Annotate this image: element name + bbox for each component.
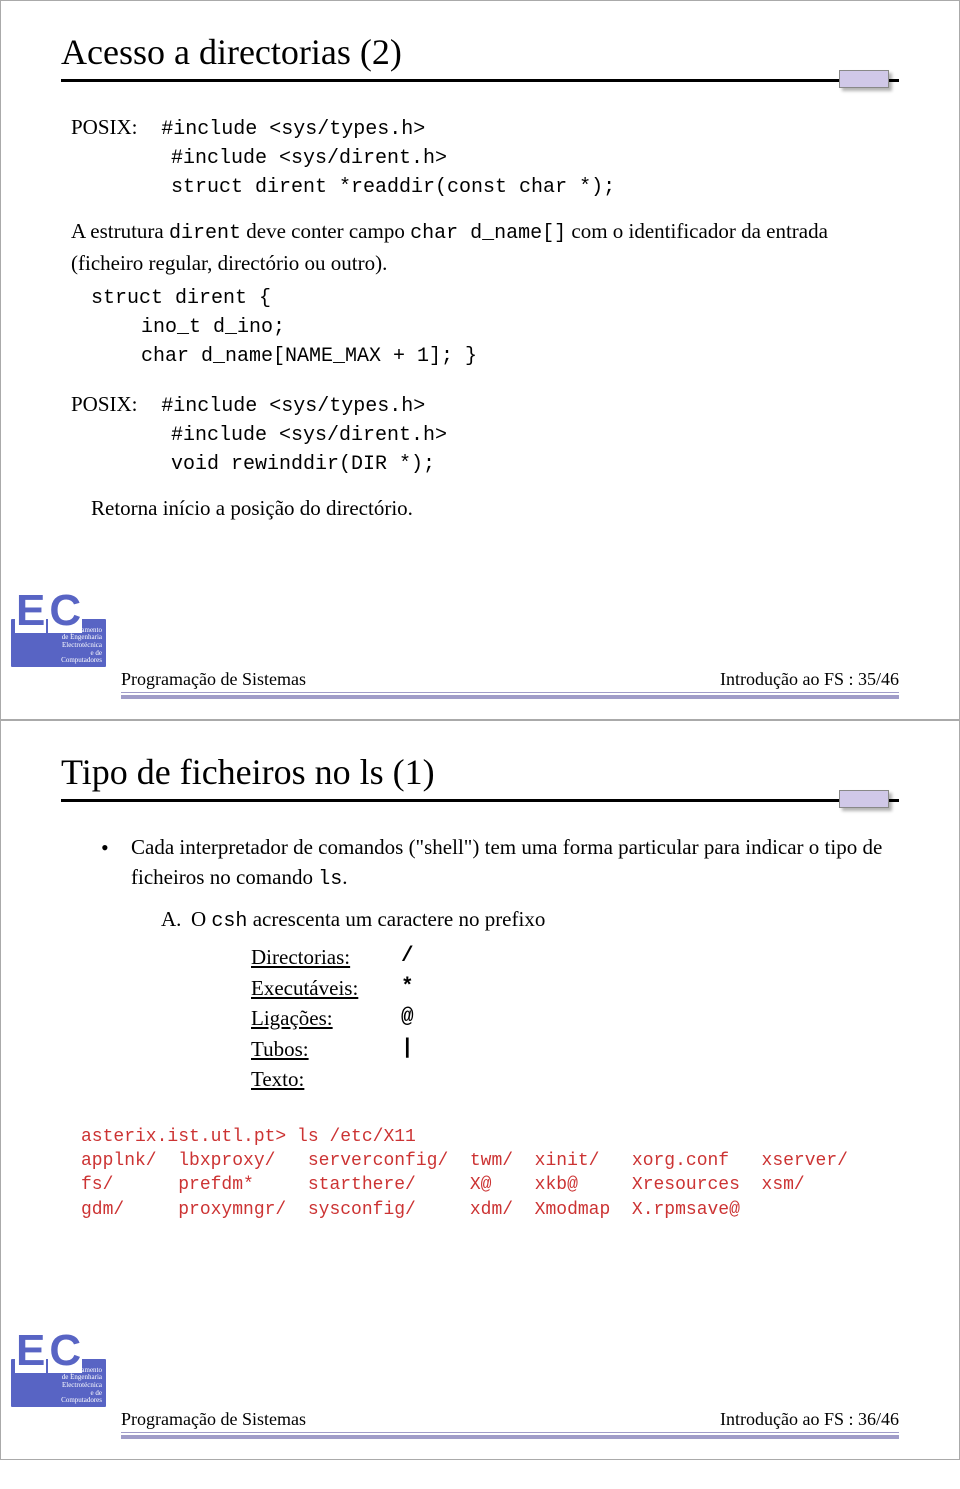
badge-letters: E C <box>15 1329 82 1373</box>
prefix-row-dir: Directorias: / <box>251 942 899 972</box>
prefix-label-lig: Ligações: <box>251 1003 401 1033</box>
sub-list: O csh acrescenta um caractere no prefixo… <box>131 904 899 1094</box>
slide-footer: Programação de Sistemas Introdução ao FS… <box>121 695 899 699</box>
code-csh: csh <box>211 910 247 933</box>
terminal-output: asterix.ist.utl.pt> ls /etc/X11 applnk/ … <box>71 1125 899 1222</box>
posix-label-2: POSIX: <box>71 389 156 419</box>
footer-right: Introdução ao FS : 36/46 <box>720 1409 899 1430</box>
slide-2: Tipo de ficheiros no ls (1) Cada interpr… <box>0 720 960 1460</box>
struct-line-3: char d_name[NAME_MAX + 1]; } <box>71 342 899 371</box>
posix-line-1: POSIX: #include <sys/types.h> <box>71 112 899 144</box>
footer-left: Programação de Sistemas <box>121 669 306 690</box>
footer-right: Introdução ao FS : 35/46 <box>720 669 899 690</box>
letter-e: E <box>15 1329 46 1373</box>
posix-line-2: POSIX: #include <sys/types.h> <box>71 389 899 421</box>
title-underline <box>61 799 899 802</box>
prefix-label-tub: Tubos: <box>251 1034 401 1064</box>
prefix-row-tex: Texto: <box>251 1064 899 1094</box>
prefix-sym-tub: | <box>401 1034 414 1064</box>
badge-letters: E C <box>15 589 82 633</box>
title-underline <box>61 79 899 82</box>
bullet-list: Cada interpretador de comandos ("shell")… <box>71 832 899 1095</box>
letter-c: C <box>48 1329 82 1373</box>
sub-text-b: acrescenta um caractere no prefixo <box>247 907 545 931</box>
slide-1: Acesso a directorias (2) POSIX: #include… <box>0 0 960 720</box>
slide-content: POSIX: #include <sys/types.h> #include <… <box>61 112 899 524</box>
sub-text-a: O <box>191 907 211 931</box>
struct-block: struct dirent { ino_t d_ino; char d_name… <box>71 284 899 371</box>
footer-row: Programação de Sistemas Introdução ao FS… <box>121 669 899 692</box>
posix-block-1: POSIX: #include <sys/types.h> #include <… <box>71 112 899 202</box>
title-row: Tipo de ficheiros no ls (1) <box>61 751 899 793</box>
text-a: A estrutura <box>71 219 169 243</box>
code-func-2: void rewinddir(DIR *); <box>71 450 899 479</box>
prefix-label-dir: Directorias: <box>251 942 401 972</box>
dept-badge: E C Departamento de Engenharia Electroté… <box>11 619 106 697</box>
footer-row: Programação de Sistemas Introdução ao FS… <box>121 1409 899 1432</box>
code-include-2: #include <sys/dirent.h> <box>71 144 899 173</box>
posix-label: POSIX: <box>71 112 156 142</box>
letter-c: C <box>48 589 82 633</box>
slide-content: Cada interpretador de comandos ("shell")… <box>61 832 899 1222</box>
code-include-4: #include <sys/dirent.h> <box>71 421 899 450</box>
posix-block-2: POSIX: #include <sys/types.h> #include <… <box>71 389 899 479</box>
title-row: Acesso a directorias (2) <box>61 31 899 73</box>
footer-line-top <box>121 1432 899 1433</box>
prefix-row-exe: Executáveis: * <box>251 973 899 1003</box>
text-b: deve conter campo <box>241 219 410 243</box>
dept-line-3: Electrotécnica <box>15 1382 102 1390</box>
slide-title: Tipo de ficheiros no ls (1) <box>61 751 435 793</box>
code-dirent: dirent <box>169 222 241 245</box>
dept-badge: E C Departamento de Engenharia Electroté… <box>11 1359 106 1437</box>
description-2: Retorna início a posição do directório. <box>71 493 899 523</box>
bullet-dot: . <box>342 865 347 889</box>
prefix-label-exe: Executáveis: <box>251 973 401 1003</box>
struct-line-2: ino_t d_ino; <box>71 313 899 342</box>
prefix-row-lig: Ligações: @ <box>251 1003 899 1033</box>
dept-line-5: Computadores <box>15 1397 102 1405</box>
code-func-1: struct dirent *readdir(const char *); <box>71 173 899 202</box>
letter-e: E <box>15 589 46 633</box>
code-dname: char d_name[] <box>410 222 566 245</box>
description-1: A estrutura dirent deve conter campo cha… <box>71 216 899 278</box>
dept-line-3: Electrotécnica <box>15 642 102 650</box>
bullet-text-a: Cada interpretador de comandos ("shell")… <box>131 835 882 889</box>
slide-footer: Programação de Sistemas Introdução ao FS… <box>121 1435 899 1439</box>
prefix-row-tub: Tubos: | <box>251 1034 899 1064</box>
prefix-sym-dir: / <box>401 942 414 972</box>
code-ls: ls <box>318 868 342 891</box>
prefix-sym-exe: * <box>401 973 414 1003</box>
bullet-1: Cada interpretador de comandos ("shell")… <box>101 832 899 1095</box>
title-accent-box <box>839 70 889 88</box>
slide-title: Acesso a directorias (2) <box>61 31 402 73</box>
code-include-3: #include <sys/types.h> <box>161 395 425 418</box>
prefix-sym-lig: @ <box>401 1003 414 1033</box>
prefix-table: Directorias: / Executáveis: * Ligações: … <box>191 942 899 1094</box>
footer-line-top <box>121 692 899 693</box>
code-include-1: #include <sys/types.h> <box>161 118 425 141</box>
footer-left: Programação de Sistemas <box>121 1409 306 1430</box>
footer-line <box>121 695 899 699</box>
title-accent-box <box>839 790 889 808</box>
prefix-label-tex: Texto: <box>251 1064 401 1094</box>
footer-line <box>121 1435 899 1439</box>
dept-line-5: Computadores <box>15 657 102 665</box>
sub-item-a: O csh acrescenta um caractere no prefixo… <box>161 904 899 1094</box>
struct-line-1: struct dirent { <box>71 284 899 313</box>
